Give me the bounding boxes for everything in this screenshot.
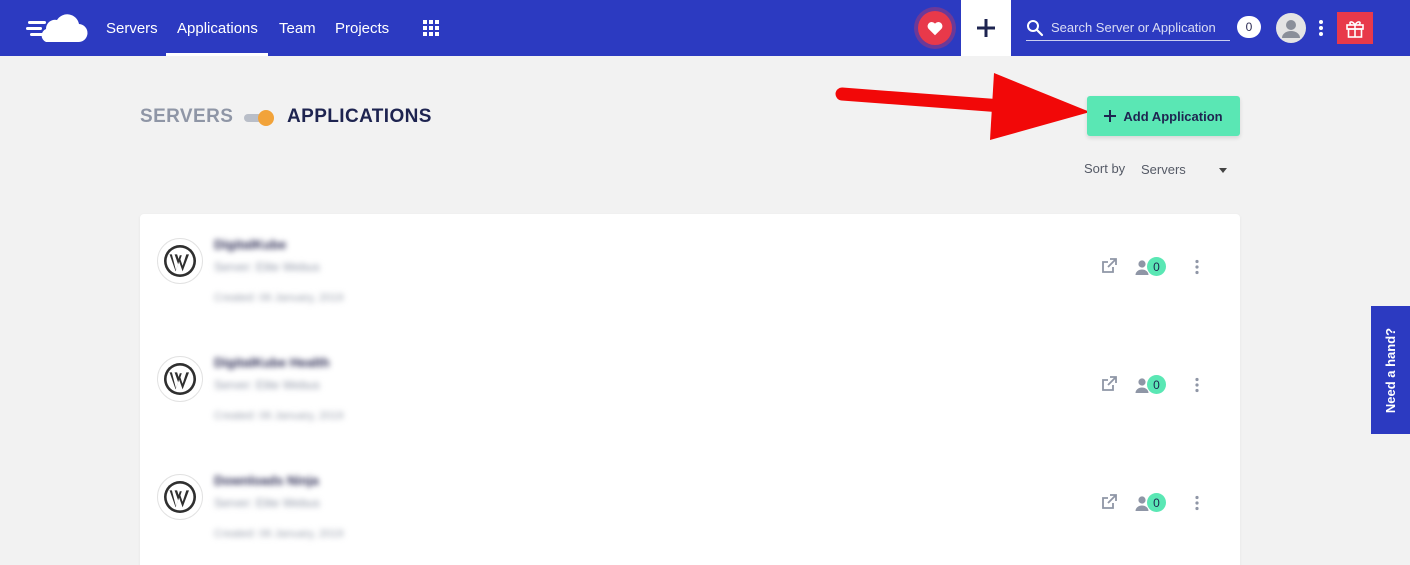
plus-icon bbox=[977, 19, 995, 37]
user-avatar[interactable] bbox=[1276, 13, 1306, 43]
toggle-servers-label[interactable]: SERVERS bbox=[140, 106, 233, 128]
kebab-icon[interactable] bbox=[1192, 259, 1202, 275]
search-icon bbox=[1027, 20, 1044, 37]
external-link-icon[interactable] bbox=[1101, 258, 1117, 274]
add-application-label: Add Application bbox=[1123, 108, 1223, 124]
application-row[interactable]: Downloads Ninja Server: Elite Webus Crea… bbox=[140, 450, 1240, 565]
collaborators-indicator[interactable]: 0 bbox=[1135, 493, 1171, 513]
add-application-button[interactable]: Add Application bbox=[1087, 96, 1240, 136]
application-created-date: Created: 06 January, 2019 bbox=[214, 410, 344, 422]
cloudways-cloud-icon[interactable] bbox=[26, 12, 88, 44]
plus-icon bbox=[1104, 110, 1117, 122]
kebab-icon[interactable] bbox=[1192, 377, 1202, 393]
heart-icon bbox=[927, 22, 943, 36]
need-a-hand-label: Need a hand? bbox=[1383, 327, 1398, 413]
external-link-icon[interactable] bbox=[1101, 494, 1117, 510]
gift-button[interactable] bbox=[1337, 12, 1373, 44]
application-created-date: Created: 06 January, 2019 bbox=[214, 292, 344, 304]
add-new-button[interactable] bbox=[961, 0, 1011, 56]
nav-team[interactable]: Team bbox=[279, 0, 316, 56]
wordpress-icon bbox=[157, 238, 203, 284]
search-bar bbox=[1026, 14, 1231, 41]
notification-count-badge[interactable]: 0 bbox=[1237, 16, 1261, 38]
nav-projects[interactable]: Projects bbox=[335, 0, 389, 56]
application-name[interactable]: Downloads Ninja bbox=[214, 473, 319, 488]
wordpress-icon bbox=[157, 474, 203, 520]
top-navigation-bar: Servers Applications Team Projects 0 bbox=[0, 0, 1410, 56]
application-server: Server: Elite Webus bbox=[214, 378, 320, 392]
collaborators-count: 0 bbox=[1147, 375, 1166, 394]
grid-icon[interactable] bbox=[423, 20, 439, 36]
external-link-icon[interactable] bbox=[1101, 376, 1117, 392]
collaborators-indicator[interactable]: 0 bbox=[1135, 257, 1171, 277]
heart-button[interactable] bbox=[918, 11, 952, 45]
collaborators-count: 0 bbox=[1147, 493, 1166, 512]
view-toggle-switch[interactable] bbox=[243, 110, 274, 126]
kebab-icon[interactable] bbox=[1192, 495, 1202, 511]
application-name[interactable]: DigitalKube Health bbox=[214, 355, 330, 370]
sort-by-label: Sort by bbox=[1084, 161, 1126, 176]
collaborators-indicator[interactable]: 0 bbox=[1135, 375, 1171, 395]
nav-applications[interactable]: Applications bbox=[177, 0, 258, 56]
wordpress-icon bbox=[157, 356, 203, 402]
applications-list: DigitalKube Server: Elite Webus Created:… bbox=[140, 214, 1240, 565]
need-a-hand-tab[interactable]: Need a hand? bbox=[1371, 306, 1410, 434]
gift-icon bbox=[1346, 21, 1364, 38]
caret-down-icon bbox=[1219, 168, 1227, 173]
search-input[interactable] bbox=[1051, 16, 1231, 38]
sort-select[interactable]: Servers bbox=[1141, 156, 1237, 182]
toggle-knob bbox=[258, 110, 274, 126]
collaborators-count: 0 bbox=[1147, 257, 1166, 276]
application-server: Server: Elite Webus bbox=[214, 496, 320, 510]
application-created-date: Created: 06 January, 2019 bbox=[214, 528, 344, 540]
nav-active-underline bbox=[166, 53, 268, 56]
kebab-icon[interactable] bbox=[1315, 18, 1327, 38]
nav-servers[interactable]: Servers bbox=[106, 0, 158, 56]
application-server: Server: Elite Webus bbox=[214, 260, 320, 274]
sort-value: Servers bbox=[1141, 161, 1186, 177]
annotation-arrow-icon bbox=[835, 73, 1090, 140]
toggle-applications-label[interactable]: APPLICATIONS bbox=[287, 106, 432, 128]
application-row[interactable]: DigitalKube Server: Elite Webus Created:… bbox=[140, 214, 1240, 332]
user-icon bbox=[1282, 20, 1300, 38]
application-name[interactable]: DigitalKube bbox=[214, 237, 286, 252]
application-row[interactable]: DigitalKube Health Server: Elite Webus C… bbox=[140, 332, 1240, 450]
